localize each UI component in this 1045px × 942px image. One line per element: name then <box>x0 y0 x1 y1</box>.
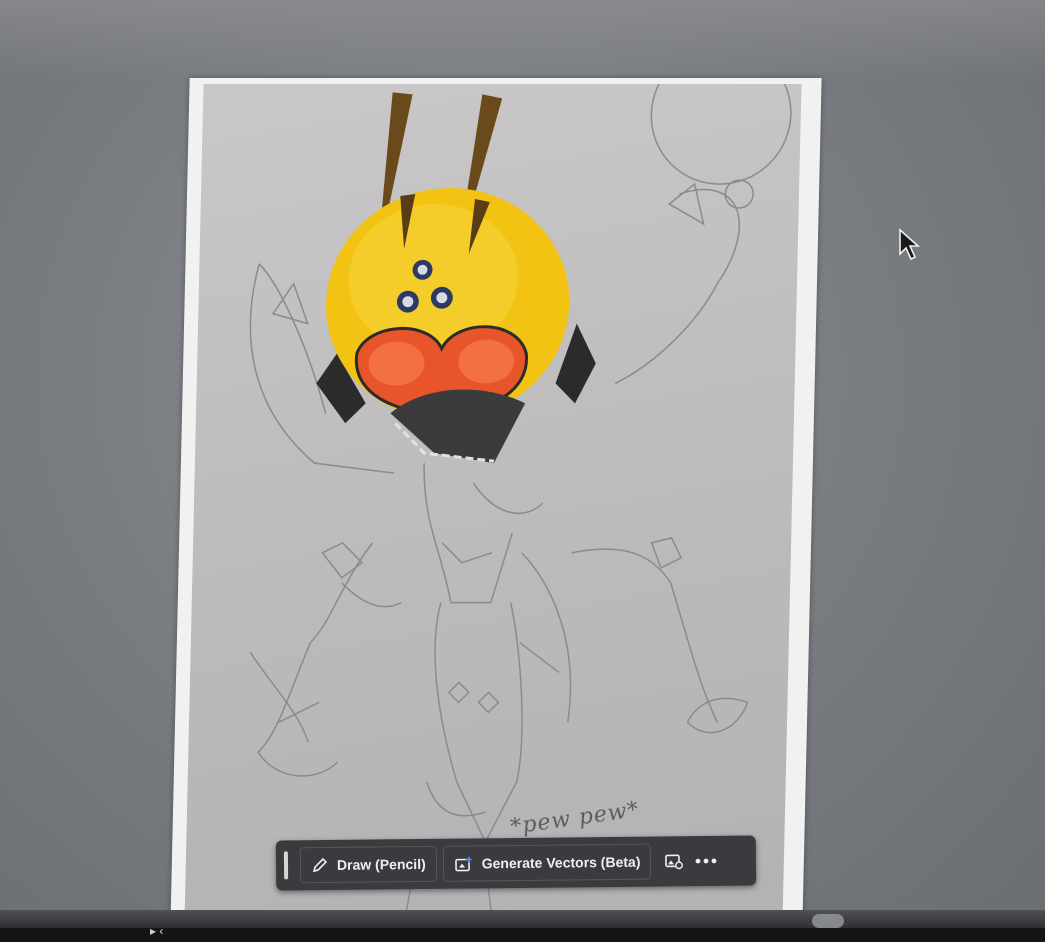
image-settings-button[interactable] <box>659 844 689 878</box>
screen-glare <box>0 0 1045 80</box>
artwork-canvas[interactable] <box>184 84 802 928</box>
bee-head <box>316 188 596 464</box>
contextual-taskbar: Draw (Pencil) Generate Vectors (Beta) <box>275 835 757 891</box>
image-settings-icon <box>665 854 684 870</box>
pencil-icon <box>312 857 328 873</box>
artwork-illustration <box>249 84 792 928</box>
horizontal-scrollbar-thumb[interactable] <box>812 914 844 928</box>
canvas-workspace: *pew pew* Draw (Pencil) Generate Vectors… <box>0 0 1045 942</box>
more-horizontal-icon <box>696 858 717 864</box>
artboard[interactable] <box>170 78 822 928</box>
sparkle-image-icon <box>454 855 473 872</box>
draw-pencil-label: Draw (Pencil) <box>336 855 426 873</box>
draw-pencil-button[interactable]: Draw (Pencil) <box>299 845 437 884</box>
more-options-button[interactable] <box>691 844 721 878</box>
taskbar-drag-handle[interactable] <box>283 851 289 880</box>
status-bar-glyph: ▸ ‹ <box>150 924 164 938</box>
mouse-cursor-icon <box>899 228 921 261</box>
generate-vectors-button[interactable]: Generate Vectors (Beta) <box>442 843 652 882</box>
generate-vectors-label: Generate Vectors (Beta) <box>481 853 641 872</box>
